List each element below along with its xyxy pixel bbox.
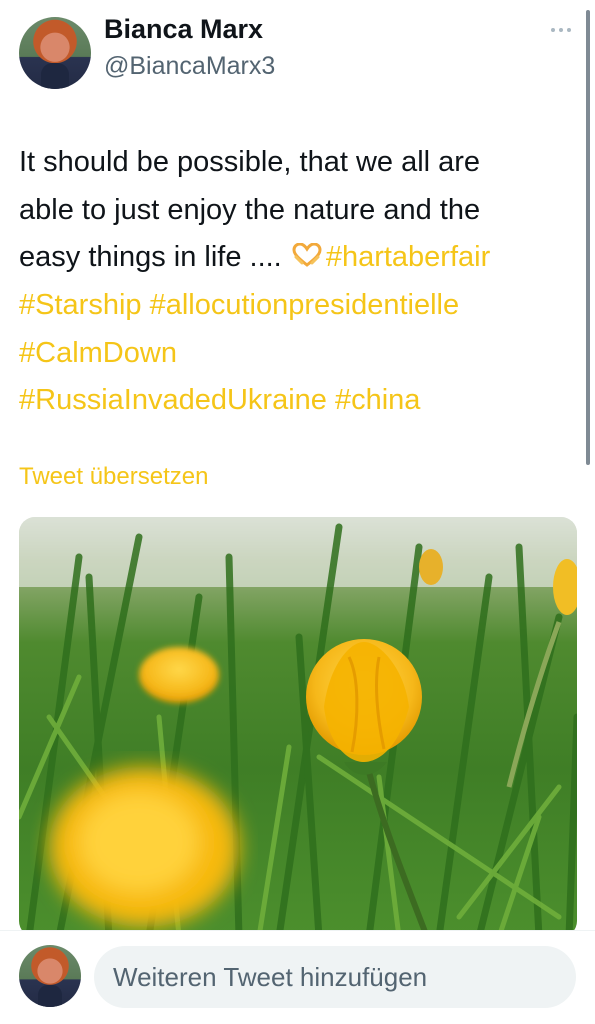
more-options-icon[interactable] xyxy=(551,20,575,40)
reply-input[interactable]: Weiteren Tweet hinzufügen xyxy=(94,946,576,1008)
author-handle[interactable]: @BiancaMarx3 xyxy=(104,52,275,81)
tweet-text-line: able to just enjoy the nature and the xyxy=(19,193,481,226)
translate-tweet-link[interactable]: Tweet übersetzen xyxy=(19,463,208,491)
heart-hands-icon xyxy=(292,235,322,283)
hashtag-link[interactable]: #CalmDown xyxy=(19,337,177,369)
author-display-name[interactable]: Bianca Marx xyxy=(104,14,263,45)
author-avatar[interactable] xyxy=(19,17,91,89)
user-avatar[interactable] xyxy=(19,945,81,1007)
buttercup-photo xyxy=(19,517,577,930)
tweet-text-line: It should be possible, that we all are xyxy=(19,146,481,178)
tweet-detail: Bianca Marx @BiancaMarx3 It should be po… xyxy=(0,0,595,930)
hashtag-link[interactable]: #hartaberfair xyxy=(326,241,490,273)
hashtag-link[interactable]: #Starship xyxy=(19,289,142,321)
scrollbar[interactable] xyxy=(586,10,590,465)
hashtag-link[interactable]: #RussiaInvadedUkraine xyxy=(19,384,327,416)
hashtag-link[interactable]: #china xyxy=(335,384,420,416)
hashtag-link[interactable]: #allocutionpresidentielle xyxy=(150,289,460,321)
tweet-photo[interactable] xyxy=(19,517,577,930)
tweet-text: It should be possible, that we all are a… xyxy=(19,139,579,425)
compose-bar: Weiteren Tweet hinzufügen xyxy=(0,930,595,1024)
tweet-text-line: easy things in life .... xyxy=(19,241,290,273)
